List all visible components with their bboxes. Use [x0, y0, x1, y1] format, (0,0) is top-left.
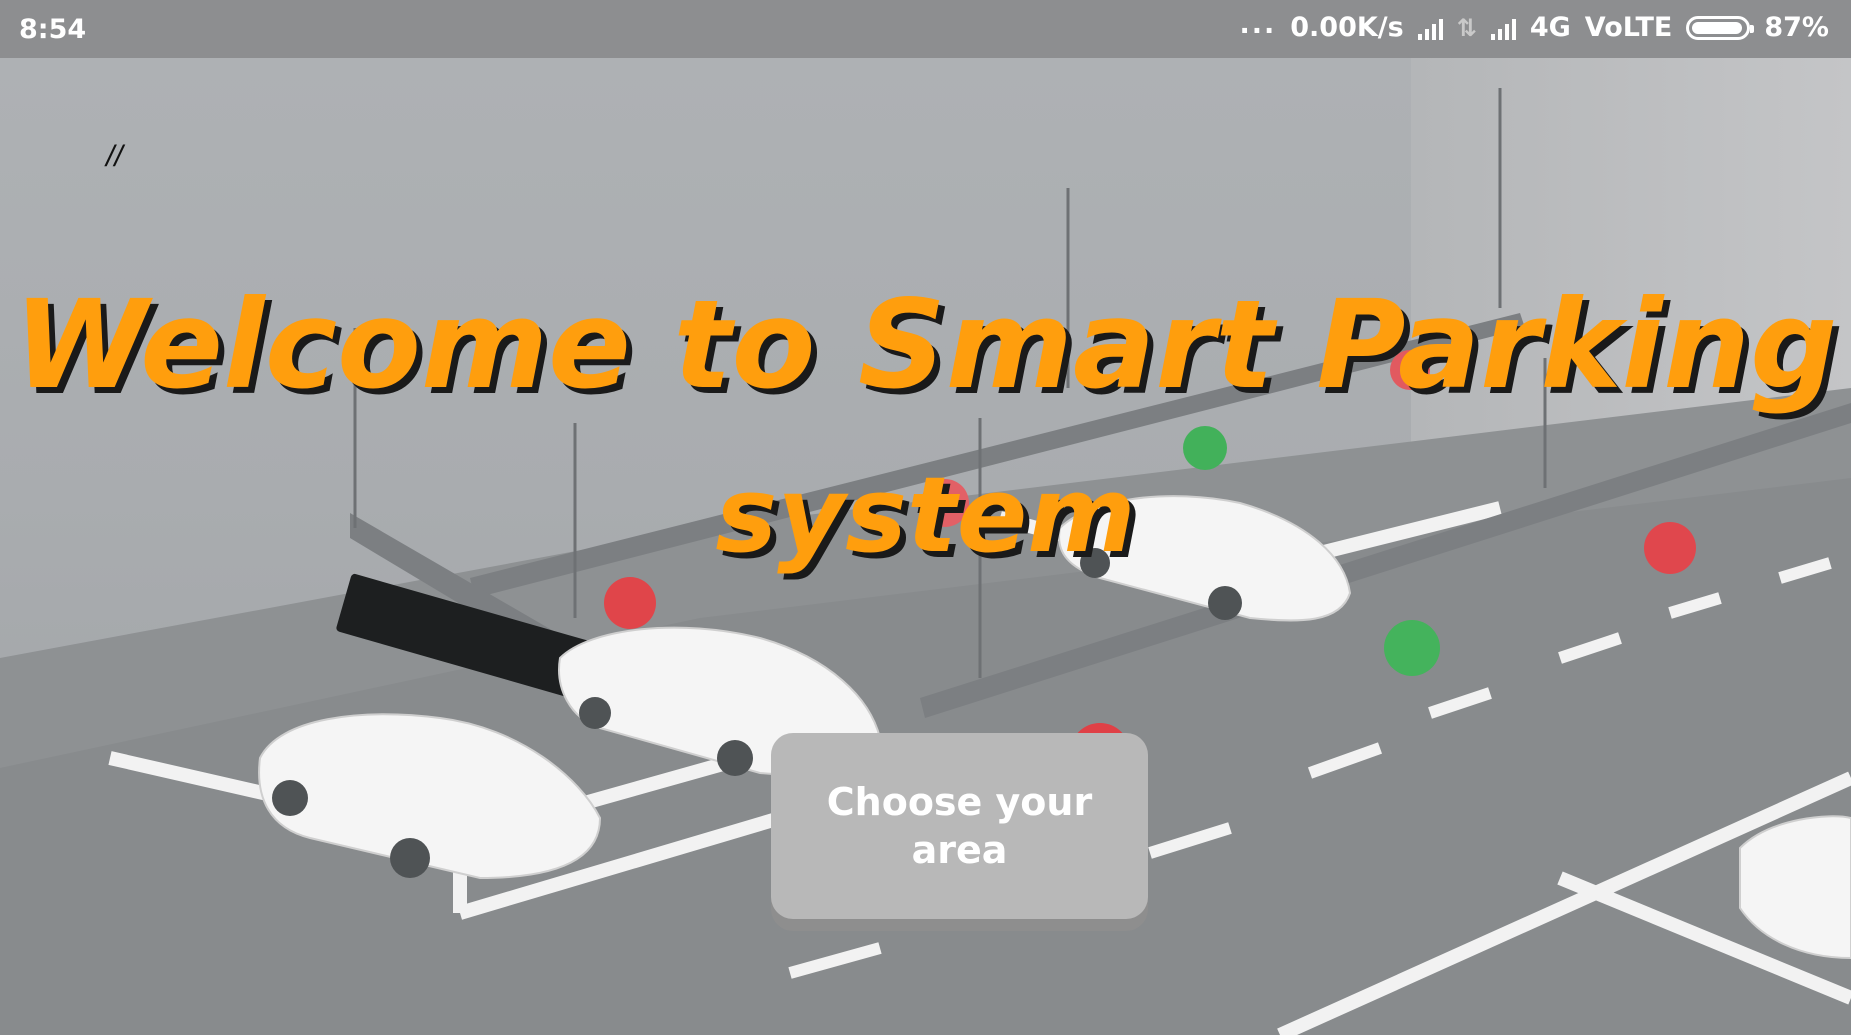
battery-percent: 87% — [1764, 12, 1829, 43]
volte-label: VoLTE — [1584, 12, 1673, 43]
network-speed: 0.00K/s — [1290, 12, 1404, 43]
welcome-title-line2: system — [715, 454, 1136, 576]
slash-mark-text: // — [106, 140, 123, 173]
status-indicators: ... 0.00K/s ⇅ 4G VoLTE 87% — [1239, 9, 1829, 43]
app-screen: 8:54 ... 0.00K/s ⇅ 4G VoLTE 87% // Welco… — [0, 0, 1851, 1035]
status-time: 8:54 — [19, 14, 87, 45]
network-type: 4G — [1529, 12, 1571, 43]
signal-icon — [1417, 16, 1443, 40]
status-bar: 8:54 ... 0.00K/s ⇅ 4G VoLTE 87% — [0, 0, 1851, 58]
notification-dots-icon: ... — [1239, 9, 1277, 40]
signal-2-icon — [1490, 16, 1516, 40]
data-transfer-icon: ⇅ — [1456, 13, 1477, 42]
choose-area-button[interactable]: Choose your area — [771, 733, 1148, 919]
welcome-title-line1: Welcome to Smart Parking — [13, 274, 1838, 416]
battery-icon — [1686, 15, 1755, 40]
